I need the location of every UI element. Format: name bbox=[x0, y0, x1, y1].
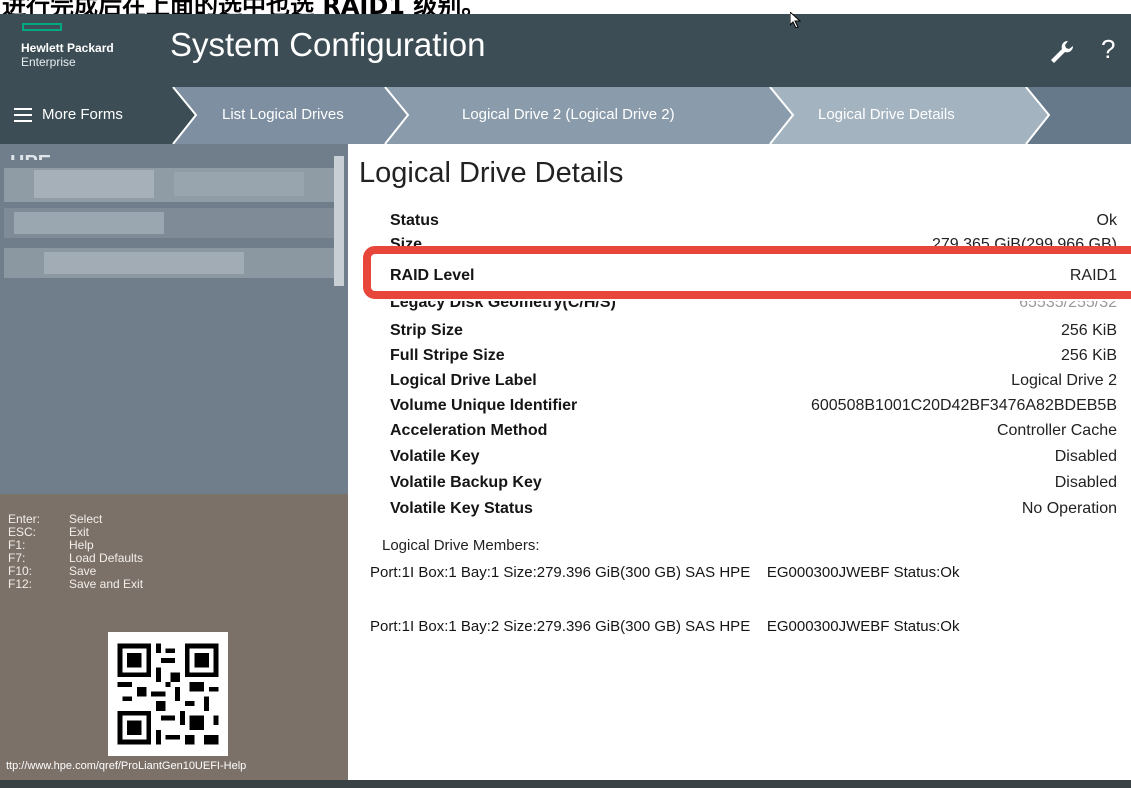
detail-value: Disabled bbox=[1054, 448, 1117, 465]
caption-text: 进行完成后在上面的选中也选 RAID1 级别。 bbox=[2, 0, 486, 14]
detail-row-acceleration-method: Acceleration Method Controller Cache bbox=[390, 422, 1117, 442]
key-label: F1: bbox=[8, 538, 26, 552]
detail-value: 600508B1001C20D42BF3476A82BDEB5B bbox=[810, 397, 1117, 414]
detail-value: 256 KiB bbox=[1060, 322, 1117, 339]
page-title: Logical Drive Details bbox=[359, 157, 624, 189]
crumb-list-logical-drives[interactable]: List Logical Drives bbox=[222, 106, 344, 123]
hamburger-menu-icon[interactable] bbox=[14, 108, 32, 122]
detail-row-size: Size 279.365 GiB(299.966 GB) bbox=[390, 236, 1117, 246]
members-label: Logical Drive Members: bbox=[382, 537, 540, 554]
detail-row-status: Status Ok bbox=[390, 212, 1117, 232]
detail-value: Disabled bbox=[1054, 474, 1117, 491]
detail-row-logical-drive-label: Logical Drive Label Logical Drive 2 bbox=[390, 372, 1117, 392]
detail-label: Logical Drive Label bbox=[390, 372, 537, 389]
member-row: Port:1I Box:1 Bay:2 Size:279.396 GiB(300… bbox=[370, 618, 960, 635]
key-action: Save and Exit bbox=[69, 577, 144, 591]
detail-label: Volume Unique Identifier bbox=[390, 397, 578, 414]
detail-value: 65535/255/32 bbox=[1019, 301, 1117, 311]
brand-name: Hewlett Packard bbox=[21, 41, 114, 55]
detail-value: Controller Cache bbox=[996, 422, 1117, 439]
more-forms-button[interactable]: More Forms bbox=[42, 106, 123, 123]
detail-label: Status bbox=[390, 212, 439, 229]
breadcrumb: More Forms List Logical Drives Logical D… bbox=[0, 87, 1131, 144]
key-label: Enter: bbox=[8, 512, 41, 526]
main-content: Logical Drive Details Status Ok Size 279… bbox=[348, 144, 1131, 780]
header-bar: Hewlett Packard Enterprise System Config… bbox=[0, 14, 1131, 87]
key-label: F12: bbox=[8, 577, 33, 591]
detail-value: 279.365 GiB(299.966 GB) bbox=[931, 236, 1117, 246]
help-icon[interactable]: ? bbox=[1101, 34, 1115, 65]
detail-label: Volatile Backup Key bbox=[390, 474, 542, 491]
bottom-bar bbox=[0, 780, 1131, 788]
detail-row-volume-id: Volume Unique Identifier 600508B1001C20D… bbox=[390, 397, 1117, 417]
detail-value: Ok bbox=[1096, 212, 1117, 229]
key-action: Select bbox=[69, 512, 103, 526]
detail-row-volatile-key-status: Volatile Key Status No Operation bbox=[390, 500, 1117, 520]
detail-row-volatile-backup-key: Volatile Backup Key Disabled bbox=[390, 474, 1117, 494]
crumb-logical-drive-details[interactable]: Logical Drive Details bbox=[818, 106, 955, 123]
mouse-cursor-icon bbox=[790, 12, 802, 28]
help-url-link[interactable]: ttp://www.hpe.com/qref/ProLiantGen10UEFI… bbox=[6, 760, 246, 772]
detail-row-full-stripe-size: Full Stripe Size 256 KiB bbox=[390, 347, 1117, 367]
detail-row-volatile-key: Volatile Key Disabled bbox=[390, 448, 1117, 468]
key-action: Load Defaults bbox=[69, 551, 144, 565]
key-action: Save bbox=[69, 564, 97, 578]
key-label: F10: bbox=[8, 564, 33, 578]
detail-value: 256 KiB bbox=[1060, 347, 1117, 364]
qr-code-icon bbox=[108, 632, 228, 756]
crumb-logical-drive-2[interactable]: Logical Drive 2 (Logical Drive 2) bbox=[462, 106, 675, 123]
detail-value: No Operation bbox=[1021, 500, 1117, 517]
app-title: System Configuration bbox=[170, 26, 486, 63]
key-action: Help bbox=[69, 538, 94, 552]
detail-value: Logical Drive 2 bbox=[1011, 372, 1117, 389]
detail-label: Full Stripe Size bbox=[390, 347, 505, 364]
hpe-logo-icon bbox=[22, 23, 62, 31]
blurred-system-info bbox=[4, 156, 344, 286]
detail-row-legacy-geometry: Legacy Disk Geometry(C/H/S) 65535/255/32 bbox=[390, 301, 1117, 313]
top-caption: 进行完成后在上面的选中也选 RAID1 级别。 bbox=[0, 0, 1131, 14]
detail-row-strip-size: Strip Size 256 KiB bbox=[390, 322, 1117, 342]
key-help-panel: Enter: Select ESC: Exit F1: Help F7: Loa… bbox=[0, 494, 348, 780]
key-action: Exit bbox=[69, 525, 90, 539]
member-row: Port:1I Box:1 Bay:1 Size:279.396 GiB(300… bbox=[370, 564, 960, 581]
brand-subname: Enterprise bbox=[21, 55, 76, 69]
detail-label: Legacy Disk Geometry(C/H/S) bbox=[390, 301, 616, 311]
raid-level-highlight bbox=[363, 246, 1131, 299]
detail-label: Acceleration Method bbox=[390, 422, 548, 439]
detail-label: Size bbox=[390, 236, 423, 246]
wrench-icon[interactable] bbox=[1048, 38, 1076, 66]
detail-label: Strip Size bbox=[390, 322, 463, 339]
detail-label: Volatile Key Status bbox=[390, 500, 533, 517]
key-label: F7: bbox=[8, 551, 26, 565]
system-info-panel: HPE bbox=[0, 144, 348, 494]
detail-label: Volatile Key bbox=[390, 448, 480, 465]
key-label: ESC: bbox=[8, 525, 37, 539]
